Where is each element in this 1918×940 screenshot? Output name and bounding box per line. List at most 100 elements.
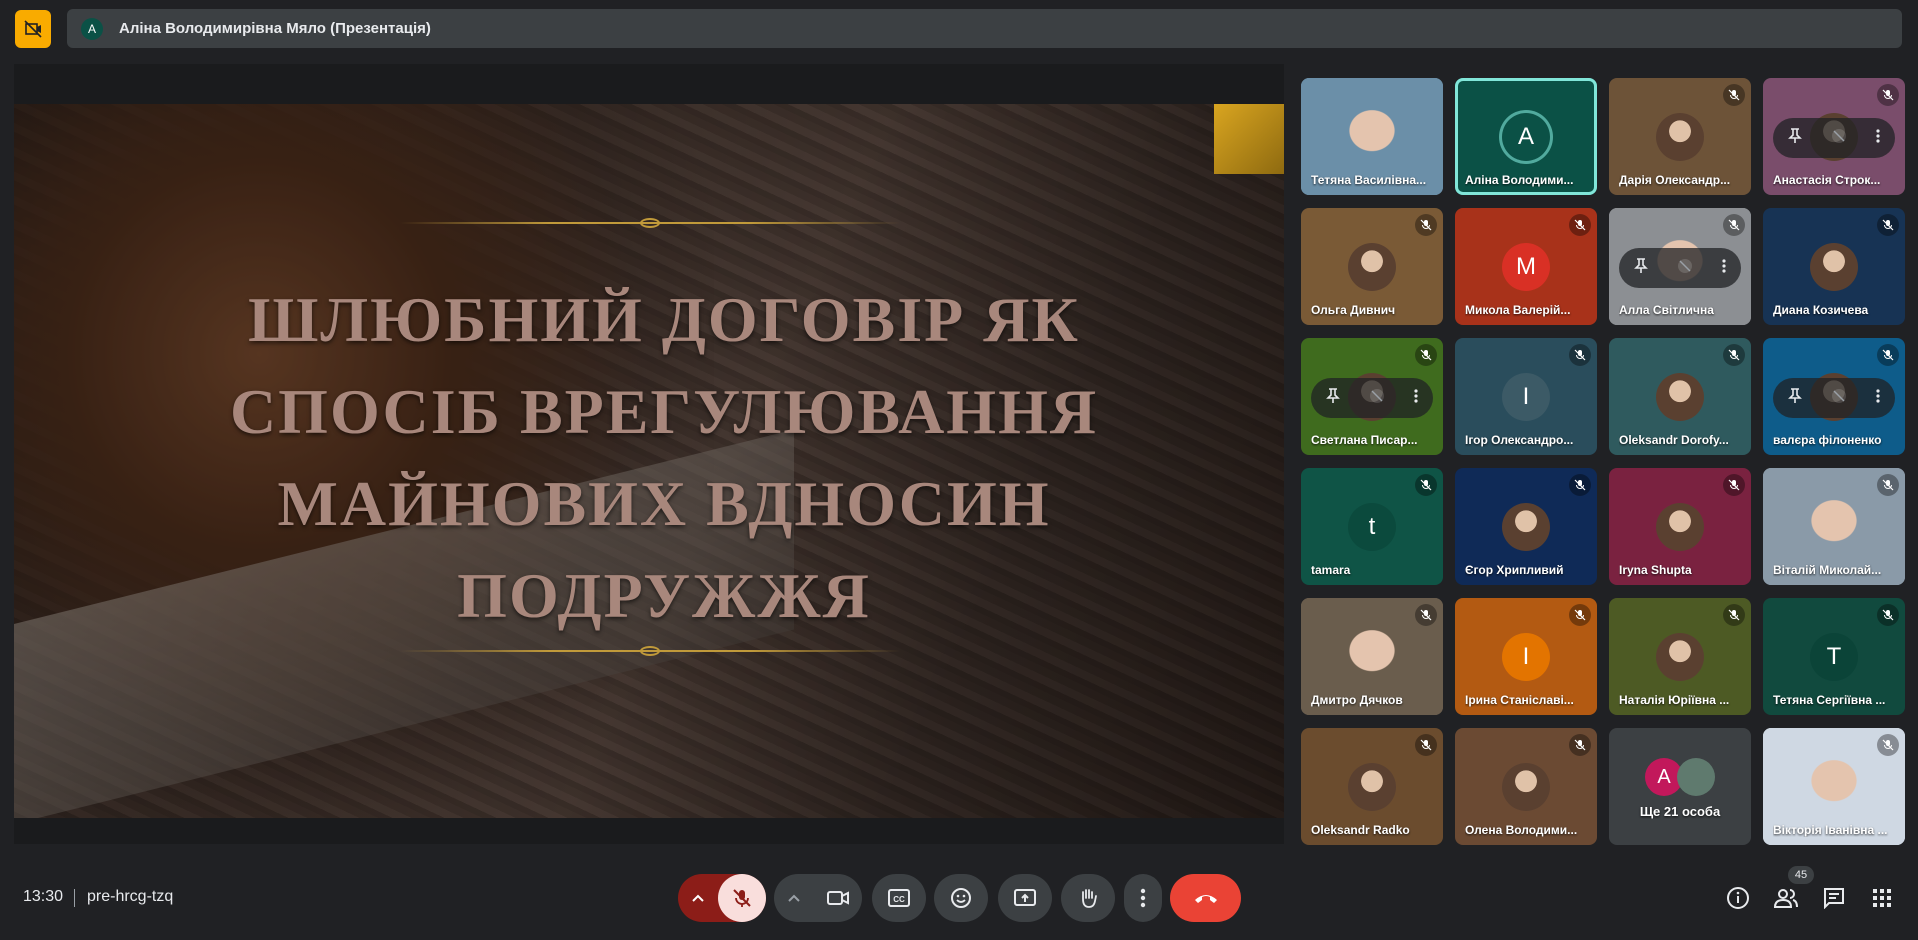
mute-participant-icon[interactable] (1677, 258, 1693, 279)
participant-tile[interactable]: Єгор Хрипливий (1455, 468, 1597, 585)
participant-tile[interactable]: M Микола Валерій... (1455, 208, 1597, 325)
people-icon (1773, 889, 1798, 908)
participant-name: Тетяна Василівна... (1311, 173, 1427, 187)
mute-participant-icon[interactable] (1369, 388, 1385, 409)
presenter-avatar: A (81, 17, 103, 40)
more-vert-icon[interactable] (1414, 388, 1418, 408)
slide-title: ШЛЮБНИЙ ДОГОВІР ЯК СПОСІБ ВРЕГУЛЮВАННЯ М… (134, 274, 1194, 642)
participant-name: Светлана Писар... (1311, 433, 1418, 447)
present-screen-icon (1014, 889, 1036, 906)
mute-participant-icon[interactable] (1831, 128, 1847, 149)
participant-tile[interactable]: Олена Володими... (1455, 728, 1597, 845)
more-vert-icon[interactable] (1876, 388, 1880, 408)
meeting-details-button[interactable] (1722, 882, 1754, 914)
mic-off-icon (1723, 84, 1745, 106)
participant-name: tamara (1311, 563, 1351, 577)
more-vert-icon[interactable] (1876, 128, 1880, 148)
tile-hover-controls (1311, 378, 1433, 418)
participant-tile[interactable]: Oleksandr Dorofy... (1609, 338, 1751, 455)
apps-grid-icon (1873, 889, 1891, 907)
avatar: M (1502, 243, 1550, 291)
participant-tile[interactable]: Вікторія Іванівна ... (1763, 728, 1905, 845)
participant-tile[interactable]: A Ще 21 особа (1609, 728, 1751, 845)
participant-photo (1810, 243, 1858, 291)
participant-tile[interactable]: Дарія Олександр... (1609, 78, 1751, 195)
participant-tile[interactable]: Oleksandr Radko (1301, 728, 1443, 845)
participant-name: Аліна Володими... (1465, 173, 1574, 187)
avatar-photo (1677, 758, 1715, 796)
mic-control (678, 874, 766, 922)
slide-title-line: МАЙНОВИХ ВДНОСИН (277, 468, 1051, 539)
camera-button[interactable] (814, 874, 862, 922)
slide-bottom-rule (400, 646, 900, 656)
avatar: T (1810, 633, 1858, 681)
participant-photo (1656, 373, 1704, 421)
mic-off-icon (1415, 214, 1437, 236)
participant-tile[interactable]: I Ірина Станіславі... (1455, 598, 1597, 715)
pin-icon[interactable] (1787, 387, 1802, 409)
avatar: t (1348, 503, 1396, 551)
participant-tile[interactable]: A Аліна Володими... (1455, 78, 1597, 195)
participant-photo (1656, 113, 1704, 161)
bottom-bar: 13:30 pre-hrcg-tzq CC 45 (0, 860, 1918, 940)
participant-tile[interactable]: Ольга Дивнич (1301, 208, 1443, 325)
mic-off-icon (1569, 474, 1591, 496)
camera-icon (827, 891, 849, 905)
participant-name: Анастасія Строк... (1773, 173, 1881, 187)
participant-name: Дмитро Дячков (1311, 693, 1403, 707)
participant-tile[interactable]: Тетяна Василівна... (1301, 78, 1443, 195)
audio-options-chevron-icon[interactable] (678, 874, 718, 922)
participant-tile[interactable]: I Ігор Олександро... (1455, 338, 1597, 455)
participant-photo (1656, 503, 1704, 551)
presenter-name: Аліна Володимирівна Мяло (Презентація) (119, 20, 431, 37)
participant-photo (1656, 633, 1704, 681)
participant-tile[interactable]: Анастасія Строк... (1763, 78, 1905, 195)
participant-tile[interactable]: Алла Світлична (1609, 208, 1751, 325)
participant-name: Ірина Станіславі... (1465, 693, 1574, 707)
video-options-chevron-icon[interactable] (774, 874, 814, 922)
presentation-icon[interactable] (15, 10, 51, 48)
mic-off-icon (1723, 474, 1745, 496)
pin-icon[interactable] (1325, 387, 1340, 409)
mic-off-button[interactable] (718, 874, 766, 922)
participant-tile[interactable]: Наталія Юріївна ... (1609, 598, 1751, 715)
avatar: I (1502, 633, 1550, 681)
participant-tile[interactable]: Дмитро Дячков (1301, 598, 1443, 715)
participant-tile[interactable]: t tamara (1301, 468, 1443, 585)
mic-off-icon (1723, 344, 1745, 366)
meeting-code[interactable]: pre-hrcg-tzq (87, 888, 173, 906)
participant-name: Ольга Дивнич (1311, 303, 1396, 317)
mic-off-icon (1723, 214, 1745, 236)
chat-button[interactable] (1818, 882, 1850, 914)
mic-off-icon (1877, 474, 1899, 496)
participant-name: Диана Козичева (1773, 303, 1869, 317)
presentation-slide: ШЛЮБНИЙ ДОГОВІР ЯК СПОСІБ ВРЕГУЛЮВАННЯ М… (14, 104, 1284, 818)
mute-participant-icon[interactable] (1831, 388, 1847, 409)
mic-off-icon (1723, 604, 1745, 626)
more-options-button[interactable] (1124, 874, 1162, 922)
people-button[interactable] (1770, 882, 1802, 914)
participant-tile[interactable]: валєра філоненко (1763, 338, 1905, 455)
participant-tile[interactable]: Светлана Писар... (1301, 338, 1443, 455)
captions-button[interactable]: CC (872, 874, 926, 922)
participant-name: Єгор Хрипливий (1465, 563, 1564, 577)
pin-icon[interactable] (1633, 257, 1648, 279)
reactions-button[interactable] (934, 874, 988, 922)
more-vert-icon[interactable] (1722, 258, 1726, 278)
slide-top-rule (400, 218, 900, 228)
raise-hand-button[interactable] (1061, 874, 1115, 922)
participant-name: Oleksandr Dorofy... (1619, 433, 1729, 447)
participant-tile[interactable]: Віталій Миколай... (1763, 468, 1905, 585)
participant-tile[interactable]: T Тетяна Сергіївна ... (1763, 598, 1905, 715)
participant-tile[interactable]: Iryna Shupta (1609, 468, 1751, 585)
info-icon (1727, 887, 1749, 909)
leave-call-button[interactable] (1170, 874, 1241, 922)
mic-off-icon (1877, 734, 1899, 756)
participant-name: Ще 21 особа (1639, 804, 1721, 819)
activities-button[interactable] (1866, 882, 1898, 914)
pin-icon[interactable] (1787, 127, 1802, 149)
present-screen-button[interactable] (998, 874, 1052, 922)
participant-name: Тетяна Сергіївна ... (1773, 693, 1886, 707)
participant-tile[interactable]: Диана Козичева (1763, 208, 1905, 325)
end-call-icon (1194, 895, 1217, 903)
